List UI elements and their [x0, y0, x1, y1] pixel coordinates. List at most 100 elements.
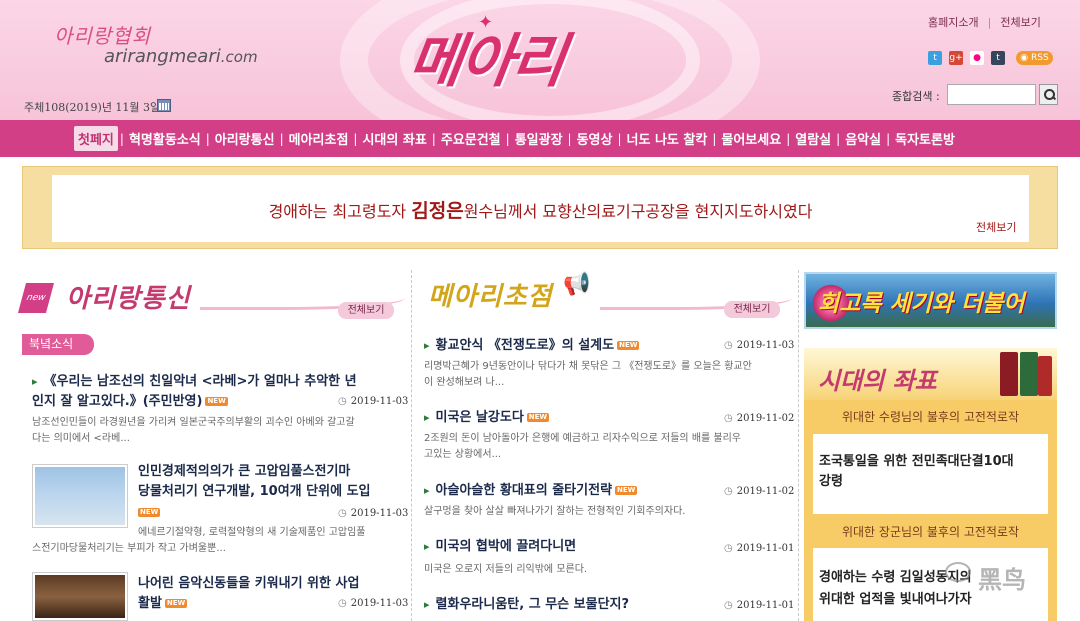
list-item-desc: 고있는 상황에서...	[424, 449, 502, 460]
list-item-date: 2019-11-02	[724, 486, 795, 497]
new-tag: new	[17, 283, 55, 313]
search-label: 종합검색 :	[892, 90, 940, 103]
new-badge: NEW	[205, 397, 228, 406]
nav-item-home[interactable]: 첫페지	[74, 126, 118, 151]
list-item-date: 2019-11-03	[338, 598, 409, 609]
era-work-title: 강령	[819, 474, 843, 489]
headline-more-link[interactable]: 전체보기	[976, 219, 1016, 235]
watermark: 黑鸟	[978, 566, 1026, 594]
list-item-title[interactable]: 미국의 협박에 끌려다니면	[424, 537, 577, 557]
main-nav: 첫페지 | 혁명활동소식 | 아리랑통신 | 메아리초점 | 시대의 좌표 | 주요문건철…	[0, 120, 1080, 157]
category-tab[interactable]: 북녘소식	[22, 334, 94, 355]
googleplus-icon[interactable]: g+	[949, 51, 963, 65]
nav-item-music[interactable]: 음악실	[842, 129, 884, 148]
view-all-link[interactable]: 전체보기	[1000, 16, 1040, 29]
site-logo[interactable]: 메아리	[404, 14, 570, 98]
list-item-title[interactable]: 당물처리기 연구개발, 10여개 단위에 도입	[138, 482, 371, 502]
separator: |	[119, 131, 124, 146]
separator: |	[431, 131, 436, 146]
list-item-title-text: 아슬아슬한 황대표의 줄타기전략	[435, 483, 613, 498]
more-button[interactable]: 전체보기	[338, 302, 394, 319]
nav-item-video[interactable]: 동영상	[574, 129, 616, 148]
list-item-desc: 에네르기절약형, 로력절약형의 새 기술제품인 고압임풀	[138, 527, 366, 538]
list-item-desc: 이 완성해보려 나...	[424, 377, 505, 388]
era-work-link[interactable]: 조국통일을 위한 전민족대단결10대 강령	[813, 434, 1048, 514]
nav-item-photos[interactable]: 너도 나도 찰칵	[624, 129, 711, 148]
rss-label: RSS	[1031, 53, 1049, 63]
era-subtitle: 위대한 수령님의 불후의 고전적로작	[841, 410, 1020, 424]
section-title-meari-focus[interactable]: 메아리초점	[428, 276, 553, 313]
list-item-title[interactable]: 《우리는 남조선의 친일악녀 <라베>가 얼마나 추악한 년	[32, 372, 357, 392]
about-link[interactable]: 홈페지소개	[928, 16, 979, 29]
list-item-date: 2019-11-01	[724, 600, 795, 611]
flickr-icon[interactable]: ●	[970, 51, 984, 65]
nav-item-documents[interactable]: 주요문건철	[438, 129, 504, 148]
headline-pre: 경애하는 최고령도자	[268, 202, 412, 221]
book-icon	[1020, 352, 1038, 396]
social-links: t g+ ● t ◉ RSS	[928, 51, 1053, 65]
headline-text[interactable]: 경애하는 최고령도자 김정은원수님께서 묘향산의료기구공장을 현지지도하시였다	[52, 196, 1029, 223]
separator: |	[786, 131, 791, 146]
list-item-title[interactable]: 나어린 음악신동들을 키워내기 위한 사업	[138, 574, 359, 594]
headline-box: 경애하는 최고령도자 김정은원수님께서 묘향산의료기구공장을 현지지도하시였다 …	[52, 175, 1029, 242]
list-item-title[interactable]: 인지 잘 알고있다.》(주민반영) NEW	[32, 392, 228, 412]
news-thumbnail[interactable]	[32, 572, 128, 621]
calendar-icon[interactable]	[157, 99, 171, 112]
separator: |	[836, 131, 841, 146]
nav-item-era-coordinates[interactable]: 시대의 좌표	[359, 129, 429, 148]
rss-button[interactable]: ◉ RSS	[1016, 51, 1053, 65]
tumblr-icon[interactable]: t	[991, 51, 1005, 65]
new-badge: NEW	[138, 508, 161, 517]
list-item-title[interactable]: 아슬아슬한 황대표의 줄타기전략NEW	[424, 481, 638, 501]
era-header: 시대의 좌표	[804, 348, 1057, 400]
book-icon	[1000, 352, 1018, 396]
search-input[interactable]	[947, 84, 1036, 105]
separator: |	[505, 131, 510, 146]
current-date: 주체108(2019)년 11월 3일	[24, 101, 161, 114]
list-item-title[interactable]: 미국은 날강도다NEW	[424, 408, 550, 428]
separator: |	[353, 131, 358, 146]
top-links: 홈페지소개 | 전체보기	[928, 14, 1041, 30]
list-item-desc: 다는 의미에서 <라베...	[32, 433, 130, 444]
list-item-title[interactable]: 황교안식 《전쟁도로》의 설계도NEW	[424, 336, 640, 356]
twitter-icon[interactable]: t	[928, 51, 942, 65]
nav-item-reading-room[interactable]: 열람실	[792, 129, 834, 148]
nav-item-forum[interactable]: 독자토론방	[892, 129, 958, 148]
separator: |	[205, 131, 210, 146]
headline-banner: 경애하는 최고령도자 김정은원수님께서 묘향산의료기구공장을 현지지도하시였다 …	[22, 166, 1058, 249]
list-item-desc: 2조원의 돈이 남아돌아가 은행에 예금하고 리자수익으로 저들의 배를 불리우	[424, 433, 741, 444]
megaphone-icon: 📢	[563, 272, 591, 297]
headline-name: 김정은	[411, 200, 464, 222]
brand-name[interactable]: 아리랑협회	[54, 20, 151, 49]
nav-item-arirang-news[interactable]: 아리랑통신	[212, 129, 278, 148]
section-title-arirang[interactable]: 아리랑통신	[66, 278, 191, 315]
list-item-date: 2019-11-02	[724, 413, 795, 424]
list-item-title-text: 미국은 날강도다	[435, 410, 524, 425]
column-divider	[411, 270, 412, 621]
list-item-title-text: 활발	[138, 596, 162, 611]
list-item-title[interactable]: 활발 NEW	[138, 594, 188, 614]
brand-url[interactable]: arirangmeari.com	[104, 46, 258, 67]
header: 아리랑협회 arirangmeari.com 주체108(2019)년 11월 …	[0, 0, 1080, 120]
memoir-banner[interactable]: 회고록 세기와 더불어	[804, 272, 1057, 329]
list-item-title[interactable]: 인민경제적의의가 큰 고압임풀스전기마	[138, 462, 350, 482]
nav-item-questions[interactable]: 물어보세요	[718, 129, 784, 148]
news-thumbnail[interactable]	[32, 464, 128, 528]
era-title[interactable]: 시대의 좌표	[818, 361, 937, 396]
list-item-date: 2019-11-03	[724, 340, 795, 351]
nav-item-unification[interactable]: 통일광장	[512, 129, 566, 148]
nav-item-revolution-news[interactable]: 혁명활동소식	[126, 129, 204, 148]
new-badge: NEW	[164, 599, 188, 608]
separator: |	[279, 131, 284, 146]
list-item-desc: 미국은 오로지 저들의 리익밖에 모른다.	[424, 564, 588, 575]
list-item-title[interactable]: 렬화우라니움탄, 그 무슨 보물단지?	[424, 595, 630, 615]
nav-item-meari-focus[interactable]: 메아리초점	[286, 129, 352, 148]
new-badge: NEW	[615, 486, 638, 495]
book-icon	[1038, 356, 1052, 396]
era-work-title: 위대한 업적을 빛내여나가자	[819, 592, 972, 607]
search-icon[interactable]	[1039, 84, 1058, 105]
list-item-date: 2019-11-03	[338, 508, 409, 519]
era-subtitle: 위대한 장군님의 불후의 고전적로작	[841, 525, 1020, 539]
headline-post: 원수님께서 묘향산의료기구공장을 현지지도하시였다	[463, 202, 813, 221]
more-button[interactable]: 전체보기	[724, 301, 780, 318]
